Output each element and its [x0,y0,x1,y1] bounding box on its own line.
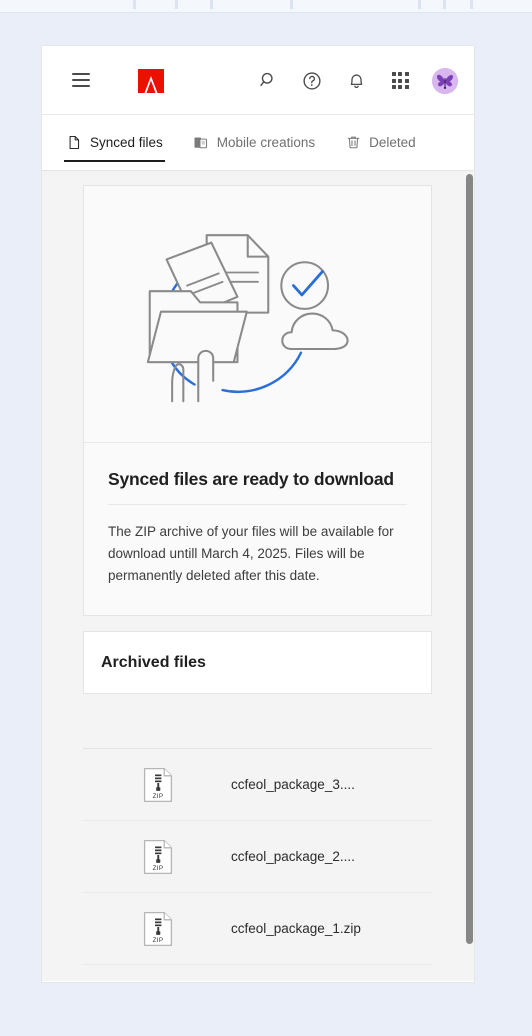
sync-files-to-cloud-illustration [84,186,431,443]
app-window: Synced files Mobile creations Deleted Sy… [41,45,475,983]
hero-body: Synced files are ready to download The Z… [84,443,431,615]
tab-mobile-creations[interactable]: Mobile creations [191,115,317,171]
page-title: Synced files are ready to download [108,469,394,489]
file-list-item[interactable]: ZIP ccfeol_package_2.... [83,821,432,893]
adobe-logo[interactable] [136,68,166,94]
trash-icon [345,135,361,151]
zip-file-icon: ZIP [143,911,173,947]
scrollbar-thumb[interactable] [466,174,473,944]
file-name: ccfeol_package_3.... [231,777,355,792]
notifications-bell-icon[interactable] [344,69,368,93]
tab-bar: Synced files Mobile creations Deleted [42,115,474,171]
app-switcher-grid-icon[interactable] [388,69,412,93]
file-name: ccfeol_package_2.... [231,849,355,864]
mobile-device-icon [193,135,209,151]
file-list-item[interactable]: ZIP ccfeol_package_1.zip [83,893,432,965]
tab-label: Mobile creations [216,135,316,150]
zip-file-icon: ZIP [143,767,173,803]
screen-root: Synced files Mobile creations Deleted Sy… [0,0,532,1036]
file-list-item[interactable]: ZIP ccfeol_package_3.... [83,749,432,821]
zip-file-icon: ZIP [143,839,173,875]
synced-files-hero-card: Synced files are ready to download The Z… [83,185,432,616]
search-icon[interactable] [256,69,280,93]
tab-synced-files[interactable]: Synced files [64,115,165,171]
tab-label: Synced files [90,135,163,150]
svg-text:ZIP: ZIP [153,937,164,944]
content-scroll-area: Synced files are ready to download The Z… [42,171,474,981]
document-icon [66,135,82,151]
tab-label: Deleted [369,135,416,150]
archived-files-card[interactable]: Archived files [83,631,432,694]
archived-files-title: Archived files [101,653,206,671]
vertical-scrollbar[interactable] [465,171,474,981]
svg-text:ZIP: ZIP [153,793,164,800]
divider [108,504,407,505]
user-avatar[interactable] [432,67,458,94]
archived-file-list: ZIP ccfeol_package_3.... ZIP ccfeol_pack… [83,748,432,965]
file-name: ccfeol_package_1.zip [231,921,361,936]
tab-deleted[interactable]: Deleted [343,115,418,171]
header-icon-group [256,46,458,115]
app-header [42,46,474,115]
hero-description: The ZIP archive of your files will be av… [108,524,394,583]
browser-chrome-strip [0,0,532,13]
hamburger-menu-icon[interactable] [72,73,90,87]
help-icon[interactable] [300,69,324,93]
svg-text:ZIP: ZIP [153,865,164,872]
